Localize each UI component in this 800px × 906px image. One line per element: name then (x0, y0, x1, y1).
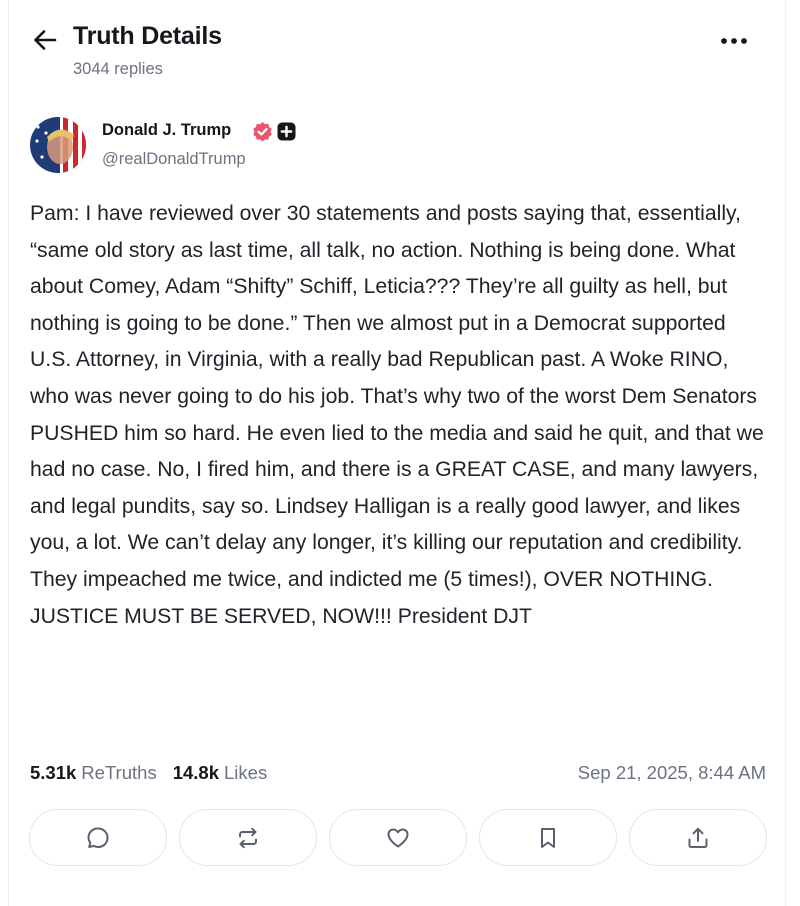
retruths-stat[interactable]: 5.31k ReTruths (30, 762, 157, 784)
action-bar (29, 809, 767, 866)
retruth-icon (239, 827, 257, 848)
plus-badge-icon (277, 122, 296, 141)
verified-badge-icon (253, 122, 272, 142)
retruths-count: 5.31k (30, 762, 77, 783)
author-handle[interactable]: @realDonaldTrump (102, 150, 246, 169)
retruths-label: ReTruths (81, 762, 157, 783)
author-name[interactable]: Donald J. Trump (102, 121, 231, 140)
like-icon (387, 828, 409, 847)
more-horizontal-icon (721, 38, 747, 44)
share-icon (688, 827, 708, 848)
back-button[interactable] (30, 26, 60, 54)
reply-count: 3044 replies (73, 60, 163, 78)
likes-count: 14.8k (172, 762, 219, 783)
post-stats: 5.31k ReTruths 14.8k Likes (30, 762, 283, 784)
likes-stat[interactable]: 14.8k Likes (173, 762, 268, 784)
reply-icon (87, 827, 109, 848)
retruth-button[interactable] (179, 809, 317, 866)
bookmark-button[interactable] (479, 809, 617, 866)
more-options-button[interactable] (716, 28, 752, 54)
reply-button[interactable] (29, 809, 167, 866)
page-title: Truth Details (73, 22, 222, 50)
share-button[interactable] (629, 809, 767, 866)
post-timestamp: Sep 21, 2025, 8:44 AM (577, 762, 766, 783)
like-button[interactable] (329, 809, 467, 866)
arrow-left-icon (34, 30, 57, 50)
avatar[interactable] (30, 117, 86, 173)
likes-label: Likes (224, 762, 268, 783)
bookmark-icon (541, 827, 555, 848)
post-text: Pam: I have reviewed over 30 statements … (30, 202, 764, 628)
